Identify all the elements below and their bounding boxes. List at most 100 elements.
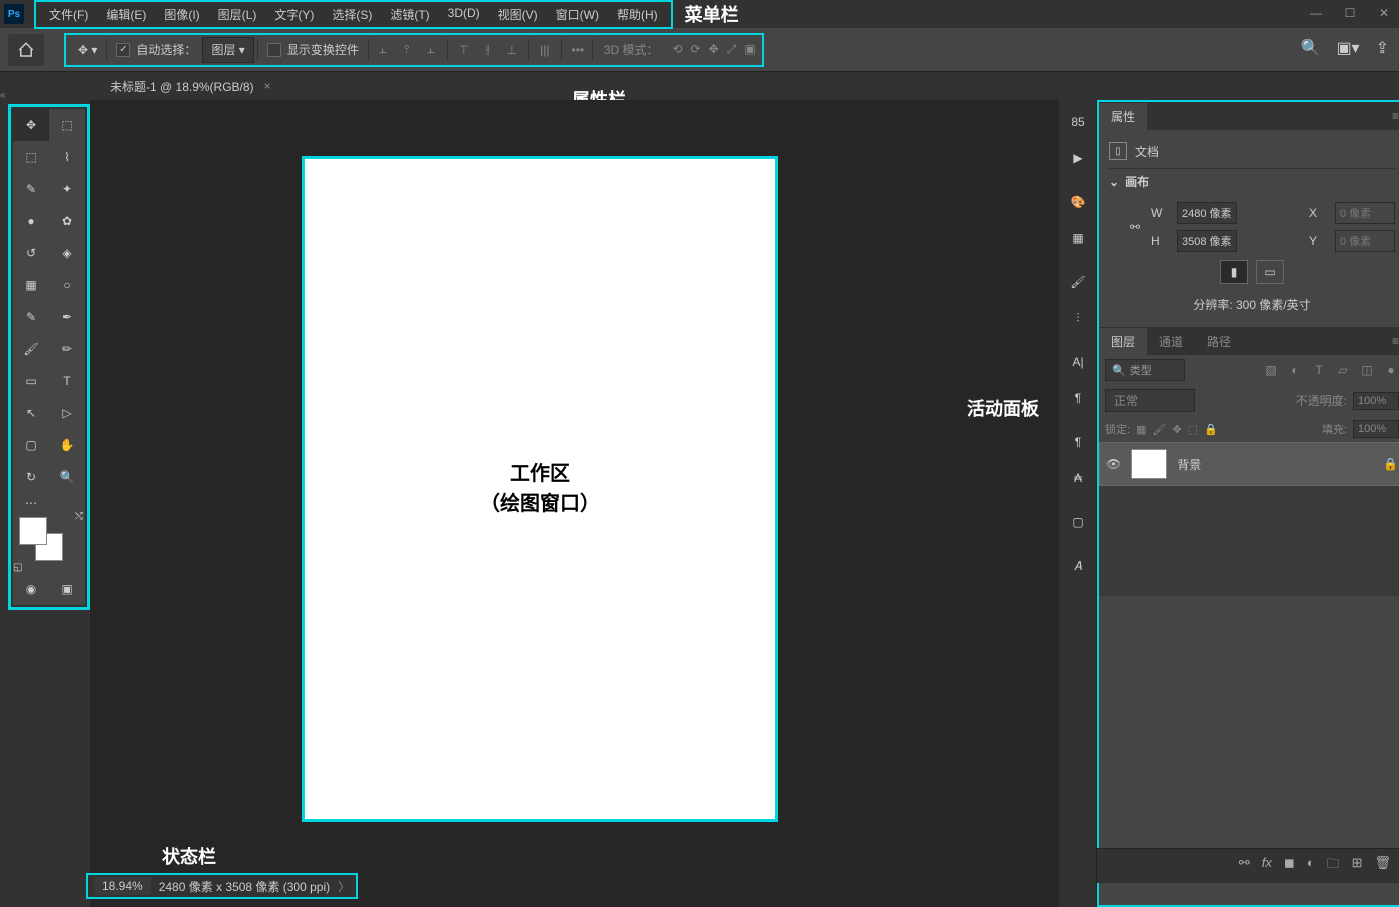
menu-select[interactable]: 选择(S) [323, 3, 381, 26]
strip-item-character[interactable]: A| [1059, 344, 1097, 380]
healing-tool[interactable]: ✦ [49, 173, 85, 205]
layer-name[interactable]: 背景 [1177, 456, 1201, 473]
eyedropper-tool[interactable]: ✎ [13, 173, 49, 205]
strip-item-85[interactable]: 85 [1059, 104, 1097, 140]
path-tool[interactable]: ↖ [13, 397, 49, 429]
move-tool[interactable]: ✥ [13, 109, 49, 141]
strip-item-glyphs[interactable]: ₳ [1059, 460, 1097, 496]
pen-tool[interactable]: ✒ [49, 301, 85, 333]
history-brush-tool[interactable]: ↺ [13, 237, 49, 269]
height-input[interactable]: 3508 像素 [1177, 230, 1237, 252]
landscape-icon[interactable]: ▭ [1256, 260, 1284, 284]
width-input[interactable]: 2480 像素 [1177, 202, 1237, 224]
mask-icon[interactable]: ◼ [1284, 855, 1295, 877]
brush-tool[interactable]: ● [13, 205, 49, 237]
mode3d-slide-icon[interactable]: ⤢ [727, 42, 737, 57]
filter-adjust-icon[interactable]: ◐ [1287, 363, 1303, 377]
lasso-tool[interactable]: ⌇ [49, 141, 85, 173]
fill-input[interactable]: 100% [1353, 420, 1399, 438]
menu-filter[interactable]: 滤镜(T) [381, 3, 438, 26]
default-colors-icon[interactable]: ◱ [13, 562, 22, 573]
layer-row[interactable]: 👁 背景 🔒 [1099, 442, 1399, 486]
mode3d-camera-icon[interactable]: ▣ [744, 42, 755, 57]
strip-item-grid[interactable]: ▦ [1059, 220, 1097, 256]
paint-brush-tool[interactable]: 🖌 [13, 333, 49, 365]
align-left-icon[interactable]: ⫠ [372, 39, 394, 61]
more-options-icon[interactable]: ••• [567, 39, 589, 61]
menu-layer[interactable]: 图层(L) [209, 3, 266, 26]
lock-position-icon[interactable]: 🖌 [1152, 423, 1166, 436]
tab-paths[interactable]: 路径 [1195, 328, 1243, 355]
eraser-tool[interactable]: ◈ [49, 237, 85, 269]
shape-tool[interactable]: ▭ [13, 365, 49, 397]
tab-layers[interactable]: 图层 [1099, 328, 1147, 355]
lock-all-icon[interactable]: 🔒 [1204, 423, 1218, 436]
menu-file[interactable]: 文件(F) [40, 3, 97, 26]
new-layer-icon[interactable]: ⊞ [1352, 855, 1363, 877]
group-icon[interactable]: 🗀 [1327, 855, 1340, 877]
strip-item-library[interactable]: ▢ [1059, 504, 1097, 540]
minimize-icon[interactable]: — [1307, 4, 1325, 22]
swap-colors-icon[interactable]: ⤭ [75, 511, 83, 522]
home-button[interactable] [8, 34, 44, 66]
layer-thumbnail[interactable] [1131, 449, 1167, 479]
canvas[interactable]: 工作区 （绘图窗口） [305, 159, 775, 819]
doc-dimensions[interactable]: 2480 像素 x 3508 像素 (300 ppi) [159, 878, 330, 895]
maximize-icon[interactable]: ☐ [1341, 4, 1359, 22]
share-icon[interactable]: ⇪ [1376, 38, 1389, 58]
lock-artboard-icon[interactable]: ⬚ [1188, 423, 1198, 436]
hand-tool[interactable]: ✋ [49, 429, 85, 461]
filter-image-icon[interactable]: ▧ [1263, 363, 1279, 377]
panel-menu-icon[interactable]: ≡ [1392, 109, 1399, 123]
checkbox-icon[interactable] [267, 43, 281, 57]
strip-item-paragraph2[interactable]: ¶ [1059, 424, 1097, 460]
menu-help[interactable]: 帮助(H) [608, 3, 667, 26]
quickmask-tool[interactable]: ◉ [13, 573, 49, 605]
align-bottom-icon[interactable]: ⊥ [501, 39, 523, 61]
align-middle-icon[interactable]: ⫲ [477, 39, 499, 61]
show-transform-checkbox[interactable]: 显示变换控件 [261, 37, 365, 63]
tool-indicator[interactable]: ✥ ▾ [72, 37, 103, 63]
search-icon[interactable]: 🔍 [1301, 38, 1321, 58]
layer-locked-icon[interactable]: 🔒 [1383, 457, 1398, 471]
tab-close-icon[interactable]: × [264, 79, 271, 93]
foreground-color[interactable] [19, 517, 47, 545]
document-tab[interactable]: 未标题-1 @ 18.9%(RGB/8) × [100, 74, 281, 99]
tab-channels[interactable]: 通道 [1147, 328, 1195, 355]
filter-smart-icon[interactable]: ◫ [1359, 363, 1375, 377]
pencil-tool[interactable]: ✏ [49, 333, 85, 365]
type-tool[interactable]: T [49, 365, 85, 397]
menu-image[interactable]: 图像(I) [155, 3, 208, 26]
align-right-icon[interactable]: ⫠ [420, 39, 442, 61]
edit-toolbar[interactable]: ⋯ [13, 493, 49, 513]
visibility-icon[interactable]: 👁 [1106, 457, 1121, 471]
auto-select-target[interactable]: 图层 ▾ [202, 37, 253, 63]
strip-item-swatches[interactable]: 🎨 [1059, 184, 1097, 220]
link-layers-icon[interactable]: ⚯ [1239, 855, 1250, 877]
strip-item-brush[interactable]: 🖌 [1059, 264, 1097, 300]
zoom-input[interactable]: 18.94% [94, 877, 151, 895]
marquee-tool[interactable]: ⬚ [13, 141, 49, 173]
layer-filter-select[interactable]: 🔍 类型 [1105, 359, 1185, 381]
blend-mode-select[interactable]: 正常 [1105, 389, 1195, 412]
menu-3d[interactable]: 3D(D) [439, 3, 489, 26]
mode3d-roll-icon[interactable]: ⟳ [691, 42, 701, 57]
lock-pixels-icon[interactable]: ▦ [1136, 423, 1146, 436]
adjustment-layer-icon[interactable]: ◐ [1307, 855, 1315, 877]
clone-tool[interactable]: ✿ [49, 205, 85, 237]
lock-move-icon[interactable]: ✥ [1172, 423, 1181, 436]
filter-shape-icon[interactable]: ▱ [1335, 363, 1351, 377]
filter-type-icon[interactable]: T [1311, 363, 1327, 377]
strip-item-style[interactable]: 𝐴 [1059, 548, 1097, 584]
rectangle-tool[interactable]: ▢ [13, 429, 49, 461]
link-dimensions-icon[interactable]: ⚯ [1125, 220, 1145, 234]
mode3d-pan-icon[interactable]: ✥ [709, 42, 719, 57]
close-icon[interactable]: ✕ [1375, 4, 1393, 22]
align-top-icon[interactable]: ⊤ [453, 39, 475, 61]
menu-edit[interactable]: 编辑(E) [97, 3, 155, 26]
filter-toggle-icon[interactable]: ● [1383, 363, 1399, 377]
delete-layer-icon[interactable]: 🗑 [1374, 855, 1391, 877]
menu-window[interactable]: 窗口(W) [547, 3, 608, 26]
screen-mode-tool[interactable]: ▣ [49, 573, 85, 605]
portrait-icon[interactable]: ▮ [1220, 260, 1248, 284]
